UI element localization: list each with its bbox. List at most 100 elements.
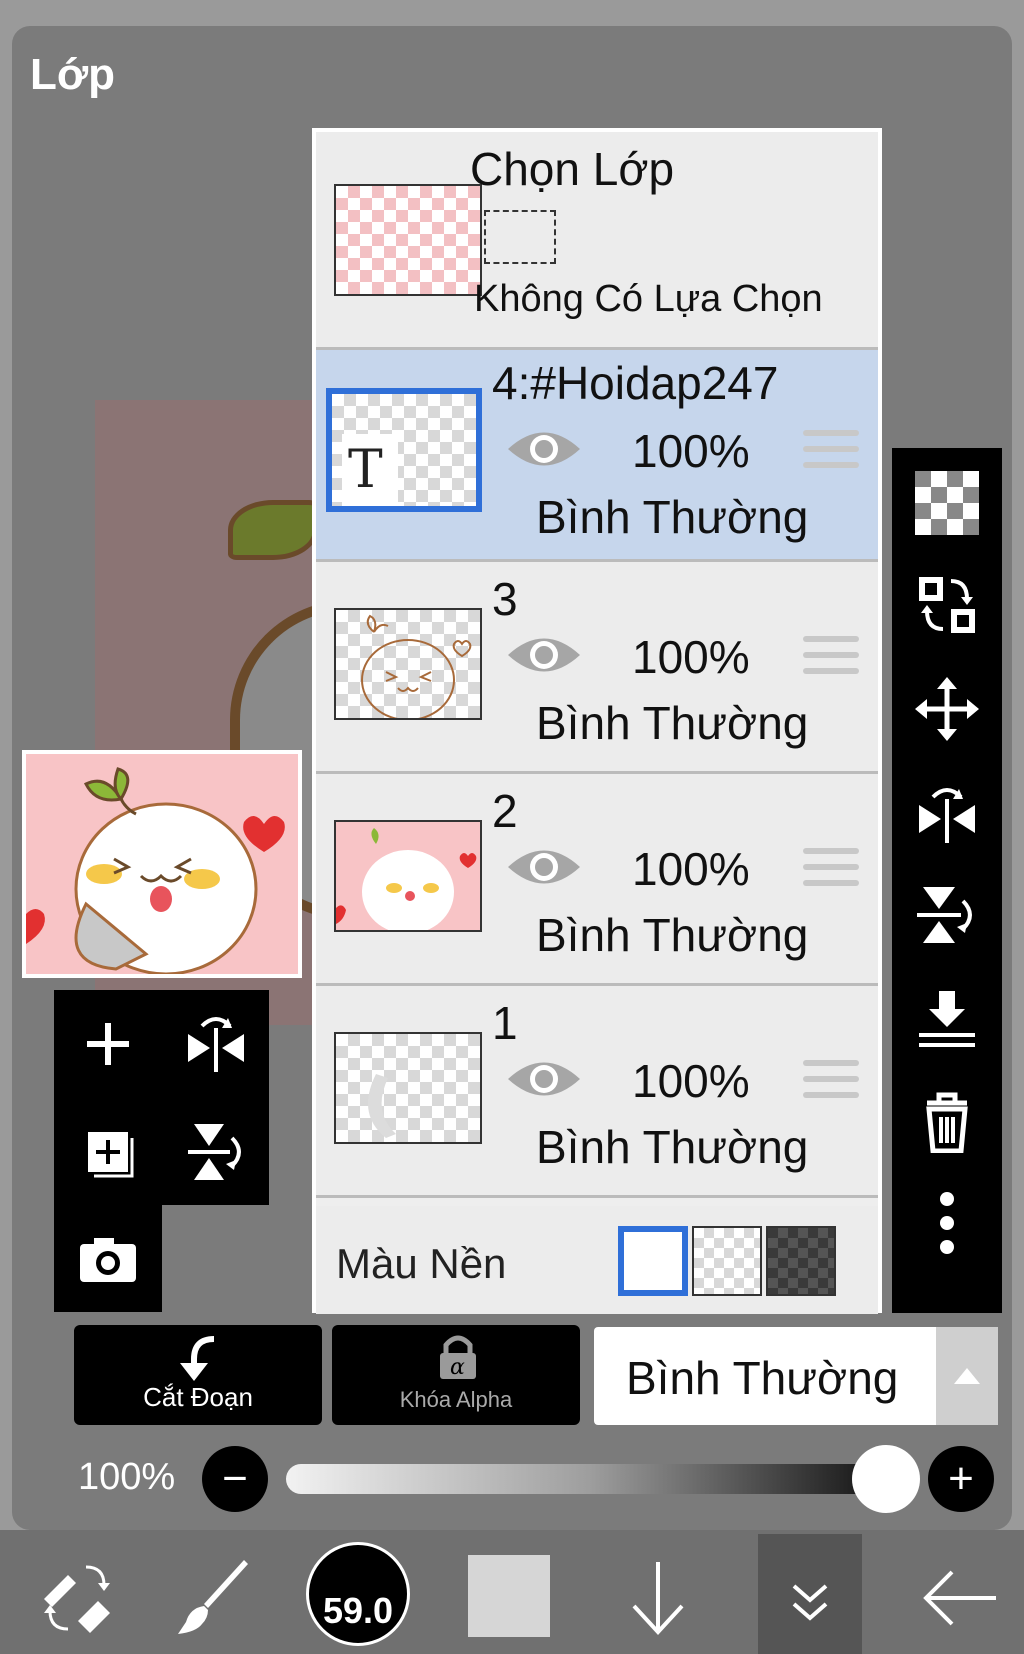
clip-arrow-icon <box>180 1336 215 1381</box>
checker-icon <box>915 471 979 535</box>
tool-switch-button[interactable] <box>22 1536 132 1654</box>
layers-tab-button[interactable] <box>758 1534 862 1654</box>
background-color-row: Màu Nền <box>316 1206 878 1314</box>
back-button[interactable] <box>910 1536 1010 1654</box>
layer-row-1[interactable]: 1 100% Bình Thường <box>316 986 878 1198</box>
visibility-eye-icon[interactable] <box>506 426 582 472</box>
arrow-down-icon <box>632 1562 684 1635</box>
layer-row-4[interactable]: T 4:#Hoidap247 100% Bình Thường <box>316 350 878 562</box>
double-chevron-down-icon <box>792 1584 828 1621</box>
layer-thumbnail <box>334 1032 482 1144</box>
minus-icon: − <box>222 1454 248 1503</box>
layer-opacity: 100% <box>632 843 750 895</box>
opacity-slider[interactable] <box>286 1464 896 1494</box>
opacity-increase-button[interactable]: + <box>928 1446 994 1512</box>
visibility-eye-icon[interactable] <box>506 632 582 678</box>
flip-horizontal-icon <box>919 788 975 843</box>
background-dark-swatch[interactable] <box>766 1226 836 1296</box>
layer-row-3[interactable]: 3 100% Bình Thường <box>316 562 878 774</box>
layer-blend-mode: Bình Thường <box>536 909 809 961</box>
flip-vertical-button[interactable] <box>162 1098 270 1206</box>
clipping-button[interactable]: Cắt Đoạn <box>74 1325 322 1425</box>
layer-opacity: 100% <box>632 1055 750 1107</box>
drag-handle-icon[interactable] <box>803 848 859 892</box>
layer-name: 1 <box>492 997 518 1049</box>
visibility-eye-icon[interactable] <box>506 1056 582 1102</box>
plus-icon: + <box>948 1454 974 1503</box>
brush-icon <box>178 1560 248 1634</box>
delete-layer-button[interactable] <box>902 1076 992 1166</box>
arrow-left-icon <box>923 1570 996 1626</box>
lineart-thumbnail <box>361 614 472 718</box>
visibility-eye-icon[interactable] <box>506 844 582 890</box>
opacity-slider-knob[interactable] <box>852 1445 920 1513</box>
background-transparent-swatch[interactable] <box>692 1226 762 1296</box>
swap-icon <box>919 577 975 633</box>
flip-horizontal-button[interactable] <box>162 990 270 1098</box>
flip-vertical-icon <box>917 887 972 943</box>
alpha-lock-button[interactable]: α Khóa Alpha <box>332 1325 580 1425</box>
color-thumbnail <box>336 828 477 930</box>
current-color-swatch[interactable] <box>468 1555 550 1637</box>
drag-handle-icon[interactable] <box>803 1060 859 1104</box>
add-copy-icon <box>88 1132 134 1178</box>
svg-text:α: α <box>450 1355 465 1380</box>
layer-thumbnail <box>334 608 482 720</box>
transparency-button[interactable] <box>902 458 992 548</box>
drag-handle-icon[interactable] <box>803 430 859 474</box>
lock-icon: α <box>440 1335 476 1380</box>
brush-tool-button[interactable] <box>164 1536 264 1654</box>
layer-blend-mode: Bình Thường <box>536 491 809 543</box>
plus-icon <box>87 1023 129 1065</box>
dropdown-arrow-icon[interactable] <box>936 1327 998 1425</box>
alpha-lock-label: Khóa Alpha <box>399 1387 513 1412</box>
camera-icon <box>80 1238 136 1282</box>
merge-down-icon <box>919 991 975 1047</box>
blend-mode-value: Bình Thường <box>626 1352 899 1404</box>
more-options-button[interactable] <box>902 1178 992 1268</box>
add-layer-button[interactable] <box>54 990 162 1098</box>
move-icon <box>915 677 979 741</box>
canvas-leaf-art <box>228 500 318 560</box>
selection-marquee-icon <box>484 210 556 264</box>
layer-name: 3 <box>492 573 518 625</box>
selection-layer-row[interactable]: Chọn Lớp Không Có Lựa Chọn <box>316 132 878 350</box>
blend-mode-dropdown[interactable]: Bình Thường <box>594 1327 998 1425</box>
layer-list: Chọn Lớp Không Có Lựa Chọn T 4:#Hoidap24… <box>312 128 882 1314</box>
brush-size-value: 59.0 <box>322 1590 394 1631</box>
clipping-label: Cắt Đoạn <box>143 1382 253 1412</box>
selection-status: Không Có Lựa Chọn <box>474 278 823 320</box>
selection-thumbnail <box>334 184 482 296</box>
layer-thumbnail: T <box>326 388 482 512</box>
layer-opacity: 100% <box>632 631 750 683</box>
app-root: Lớp Chọn Lớp Không Có Lựa Chọn T 4:#Hoid… <box>0 0 1024 1654</box>
text-layer-icon: T <box>348 440 383 500</box>
layer-thumbnail <box>334 820 482 932</box>
selection-title: Chọn Lớp <box>470 143 675 195</box>
canvas-thumbnail[interactable] <box>22 750 302 978</box>
layer-blend-mode: Bình Thường <box>536 1121 809 1173</box>
duplicate-layer-button[interactable] <box>54 1098 162 1206</box>
kebab-menu-icon <box>940 1192 954 1254</box>
flip-vertical-right-button[interactable] <box>902 870 992 960</box>
background-white-swatch[interactable] <box>618 1226 688 1296</box>
background-color-label: Màu Nền <box>336 1240 507 1287</box>
layer-down-button[interactable] <box>618 1536 698 1654</box>
drag-handle-icon[interactable] <box>803 636 859 680</box>
swap-layer-button[interactable] <box>902 560 992 650</box>
layer-blend-mode: Bình Thường <box>536 697 809 749</box>
pen-eraser-swap-icon <box>44 1565 110 1633</box>
flip-horizontal-right-button[interactable] <box>902 768 992 858</box>
shadow-thumbnail <box>368 1074 396 1138</box>
merge-down-button[interactable] <box>902 974 992 1064</box>
opacity-decrease-button[interactable]: − <box>202 1446 268 1512</box>
camera-button[interactable] <box>54 1205 162 1313</box>
move-button[interactable] <box>902 664 992 754</box>
thumbnail-art <box>26 767 285 974</box>
flip-horizontal-icon <box>188 1017 244 1072</box>
layer-name: 4:#Hoidap247 <box>492 357 779 409</box>
left-toolbar <box>54 990 269 1312</box>
layer-row-2[interactable]: 2 100% Bình Thường <box>316 774 878 986</box>
layer-opacity: 100% <box>632 425 750 477</box>
trash-icon <box>926 1092 968 1153</box>
